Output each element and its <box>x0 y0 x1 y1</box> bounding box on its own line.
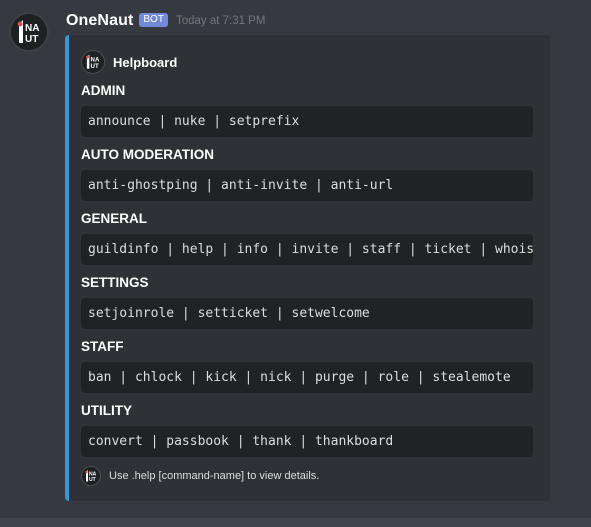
field-value-utility: convert | passbook | thank | thankboard <box>81 426 533 457</box>
field-name-auto-moderation: AUTO MODERATION <box>81 147 214 162</box>
message-input-edge <box>0 518 591 527</box>
timestamp[interactable]: Today at 7:31 PM <box>176 15 266 27</box>
embed-author-name: Helpboard <box>113 54 178 70</box>
help-embed: NA UT Helpboard ADMIN announce | nuke | … <box>65 35 550 501</box>
field-name-utility: UTILITY <box>81 403 132 418</box>
avatar[interactable]: NA UT <box>9 12 49 52</box>
bot-badge: BOT <box>139 13 168 27</box>
chat-view: NA UT OneNaut BOT Today at 7:31 PM NA UT… <box>0 0 591 527</box>
embed-footer: NA UT Use .help [command-name] to view d… <box>81 466 319 486</box>
field-name-admin: ADMIN <box>81 83 126 98</box>
field-value-staff: ban | chlock | kick | nick | purge | rol… <box>81 362 533 393</box>
embed-author: NA UT Helpboard <box>81 50 177 74</box>
author-icon: NA UT <box>81 50 105 74</box>
message-header: OneNaut BOT Today at 7:31 PM <box>66 10 265 32</box>
field-name-settings: SETTINGS <box>81 275 149 290</box>
field-value-admin: announce | nuke | setprefix <box>81 106 533 137</box>
field-value-general: guildinfo | help | info | invite | staff… <box>81 234 533 265</box>
svg-text:NA: NA <box>25 23 39 34</box>
footer-icon: NA UT <box>81 466 101 486</box>
field-name-general: GENERAL <box>81 211 148 226</box>
svg-text:UT: UT <box>89 477 96 483</box>
svg-text:UT: UT <box>25 34 38 45</box>
field-value-auto-moderation: anti-ghostping | anti-invite | anti-url <box>81 170 533 201</box>
embed-footer-text: Use .help [command-name] to view details… <box>109 470 320 482</box>
onenaut-logo-icon: NA UT <box>17 20 39 45</box>
onenaut-logo-icon: NA UT <box>85 470 97 483</box>
field-name-staff: STAFF <box>81 339 124 354</box>
svg-text:NA: NA <box>91 56 100 63</box>
username[interactable]: OneNaut <box>66 12 133 30</box>
field-value-settings: setjoinrole | setticket | setwelcome <box>81 298 533 329</box>
svg-text:UT: UT <box>91 63 99 70</box>
onenaut-logo-icon: NA UT <box>86 54 100 70</box>
embed-accent-bar <box>65 35 69 501</box>
